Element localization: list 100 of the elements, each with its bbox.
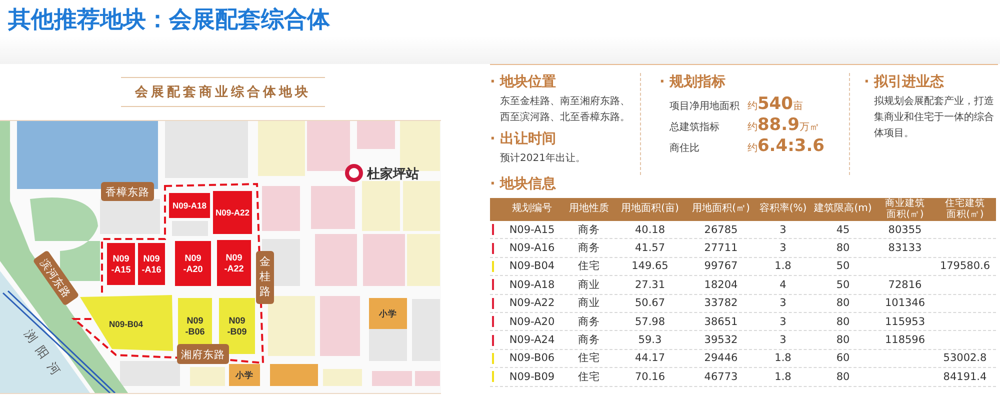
city-block — [357, 121, 395, 149]
table-cell-text: 33782 — [703, 297, 739, 310]
commercial-parcel — [175, 241, 211, 286]
parcel-label: N09 -B06 — [185, 316, 205, 336]
city-block — [323, 369, 362, 386]
table-cell-text: 41.57 — [634, 242, 666, 254]
table-cell-text: 1.8 — [774, 370, 792, 383]
city-block — [369, 329, 407, 361]
table-cell-text: 80 — [835, 242, 851, 254]
table-cell-text: 1.8 — [774, 260, 792, 272]
parcel-label: N09-A18 — [172, 200, 207, 210]
city-block — [120, 361, 180, 386]
page-title: 其他推荐地块：会展配套综合体 — [7, 6, 331, 35]
table-cell-text: N09-A20 — [508, 316, 556, 328]
table-cell-text: 149.65 — [630, 260, 670, 272]
table-cell-text: 3 — [778, 224, 788, 236]
road-label: 滨河东路 — [32, 250, 80, 306]
table-cell-text: 39532 — [703, 334, 739, 346]
table-cell-text: 商业 — [577, 278, 601, 292]
section-heading: · 出让时间 — [490, 130, 558, 148]
table-cell-text: 40.18 — [634, 224, 666, 236]
city-block — [258, 121, 305, 176]
indicator-value: 约6.4:3.6 — [747, 136, 824, 156]
table-cell-text: 50 — [835, 278, 851, 291]
column-header: 商业建筑面积(㎡) — [884, 199, 926, 220]
parcel-label: N09 -A15 — [111, 254, 131, 274]
section-heading: · 地块信息 — [490, 175, 558, 193]
table-cell-text: 60 — [835, 352, 851, 364]
table-cell-text: 118596 — [884, 334, 926, 346]
table-cell-text: 80 — [835, 297, 851, 310]
table-cell-text: 84191.4 — [942, 370, 988, 383]
parcel-label: N09 -B09 — [227, 316, 247, 336]
indicator-value: 约540亩 — [747, 94, 803, 114]
column-header: 规划编号 — [511, 204, 553, 215]
table-cell-text: 1.8 — [774, 352, 792, 364]
table-cell-text: 80355 — [887, 224, 923, 236]
table-cell-text: N09-A16 — [508, 242, 556, 254]
column-header: 住宅建筑面积(㎡) — [944, 199, 986, 220]
table-cell-text: 27711 — [703, 242, 739, 254]
station-label: 杜家坪站 — [367, 167, 419, 182]
table-cell-text: N09-A15 — [508, 224, 556, 236]
parcel-label: N09-B04 — [108, 319, 144, 329]
section-heading: · 拟引进业态 — [864, 73, 946, 91]
table-cell-text: 商务 — [577, 222, 601, 237]
city-block — [362, 181, 400, 231]
table-cell-text: N09-B04 — [508, 260, 556, 272]
table-cell-text: 50 — [835, 260, 851, 272]
table-cell-text: 80 — [835, 316, 851, 328]
table-cell-text: N09-B09 — [508, 370, 556, 383]
map-title: 会展配套商业综合体地块 — [121, 77, 325, 107]
commercial-parcel — [138, 243, 165, 285]
river-label: 浏阳河 — [22, 326, 68, 384]
table-cell-text: N09-B06 — [508, 352, 556, 364]
table-cell-text: 住宅 — [577, 259, 601, 274]
table-cell-text: 商务 — [577, 333, 601, 348]
city-block — [100, 199, 160, 234]
table-cell-text: 70.16 — [634, 370, 666, 383]
city-block — [363, 234, 405, 286]
table-cell-text: 4 — [778, 278, 788, 291]
metro-station-icon — [345, 164, 363, 182]
table-cell-text: 商业 — [577, 296, 601, 310]
table-cell-text: 57.98 — [634, 316, 666, 328]
parcel-label: N09 -A20 — [183, 253, 203, 274]
table-cell-text: 72816 — [887, 278, 923, 291]
indicator-value: 约88.9万㎡ — [747, 115, 820, 135]
indicator-label: 项目净用地面积 — [669, 100, 740, 113]
table-cell-text: 101346 — [884, 297, 926, 310]
parcel-label: N09 -A16 — [142, 254, 162, 274]
city-block — [415, 371, 440, 386]
table-cell-text: 179580.6 — [938, 260, 992, 272]
table-cell-text: 59.3 — [637, 334, 663, 346]
column-header: 用地面积(亩) — [620, 204, 680, 215]
table-cell-text: 住宅 — [577, 370, 601, 384]
city-block — [372, 371, 412, 386]
table-cell-text: 住宅 — [577, 351, 601, 366]
table-cell-text: 80 — [835, 334, 851, 346]
commercial-parcel — [107, 243, 135, 285]
table-cell-text: 商务 — [577, 241, 601, 256]
release-text: 预计2021年出让。 — [500, 152, 586, 166]
column-header: 用地性质 — [568, 204, 610, 215]
road-label: 湘府东路 — [177, 344, 229, 364]
section-heading: · 地块位置 — [490, 73, 558, 91]
road-label: 香樟东路 — [101, 182, 154, 201]
column-header: 建筑限高(m) — [813, 204, 873, 215]
table-cell-text: 18204 — [703, 278, 739, 291]
parcel-label: N09 -A22 — [224, 252, 244, 274]
city-block — [403, 181, 440, 231]
city-block — [268, 296, 315, 356]
table-cell-text: 27.31 — [634, 278, 666, 291]
city-block — [412, 299, 440, 361]
table-cell-text: 3 — [778, 242, 788, 254]
school-label: 小学 — [369, 298, 407, 329]
commercial-parcel — [169, 193, 210, 218]
table-cell-text: 99767 — [703, 260, 739, 272]
column-header: 容积率(%) — [758, 204, 808, 215]
table-cell-text: 3 — [778, 316, 788, 328]
city-block — [320, 296, 360, 356]
commercial-parcel — [217, 240, 251, 286]
table-cell-text: 38651 — [703, 316, 739, 328]
city-block — [311, 186, 355, 229]
